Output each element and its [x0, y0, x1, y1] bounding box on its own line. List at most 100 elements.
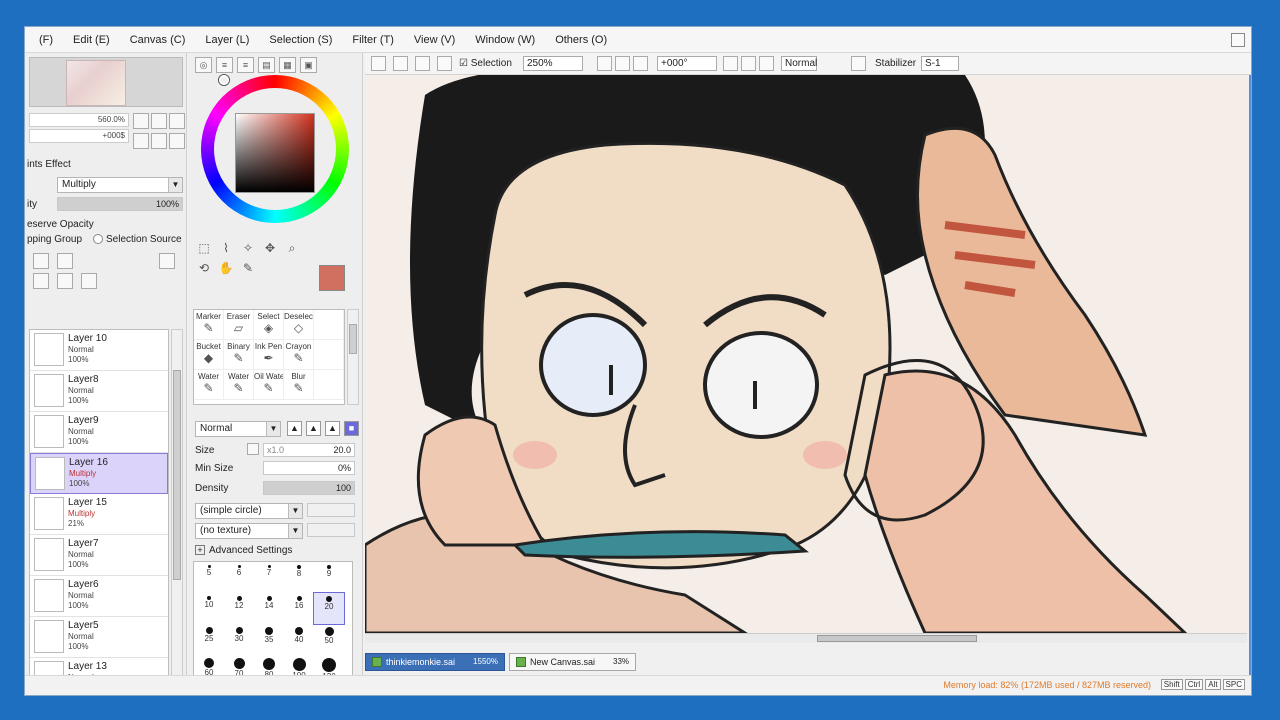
canvas-scroll-thumb[interactable] [817, 635, 977, 642]
brush-size-preset[interactable]: 9 [314, 562, 344, 593]
advanced-settings-toggle[interactable]: + Advanced Settings [195, 545, 292, 556]
brush-tool-slot[interactable]: Binary ✎ [224, 340, 254, 370]
navigator-zoom-field[interactable]: 560.0% [29, 113, 129, 127]
brush-size-preset[interactable]: 10 [194, 593, 224, 624]
brush-tool-slot[interactable]: Water ✎ [194, 370, 224, 400]
lasso-select-icon[interactable]: ⌇ [217, 239, 235, 257]
primary-color-swatch[interactable] [319, 265, 345, 291]
new-layer-icon[interactable] [33, 253, 49, 269]
brush-tool-slot[interactable] [314, 370, 344, 400]
window-restore-button[interactable] [1231, 33, 1245, 47]
min-size-slider[interactable]: 0% [263, 461, 355, 475]
flip-horizontal-icon[interactable] [759, 56, 774, 71]
size-slider[interactable]: x1.0 20.0 [263, 443, 355, 457]
navigator-angle-field[interactable]: +000$ [29, 129, 129, 143]
brush-size-preset[interactable]: 40 [284, 624, 314, 655]
brush-size-preset[interactable]: 12 [224, 593, 254, 624]
document-tab[interactable]: thinkiemonkie.sai 1550% [365, 653, 505, 671]
layer-list-scrollbar[interactable] [171, 329, 183, 681]
brush-tool-slot[interactable]: Select ◈ [254, 310, 284, 340]
document-tab[interactable]: New Canvas.sai 33% [508, 653, 637, 671]
preserve-opacity-checkbox[interactable]: eserve Opacity [27, 219, 94, 230]
toolbar-blend-field[interactable]: Normal [781, 56, 817, 71]
transfer-down-icon[interactable] [33, 273, 49, 289]
layer-row[interactable]: Layer7 Normal 100% [30, 535, 168, 576]
brush-shape-select[interactable]: (simple circle) ▼ [195, 503, 303, 519]
magic-wand-icon[interactable]: ✧ [239, 239, 257, 257]
zoom-out-button[interactable] [133, 113, 149, 129]
layer-row[interactable]: Layer8 Normal 100% [30, 371, 168, 412]
tip-shape-1-icon[interactable]: ▲ [287, 421, 302, 436]
brush-size-preset[interactable]: 8 [284, 562, 314, 593]
layer-mask-icon[interactable] [159, 253, 175, 269]
selection-toggle[interactable]: ☑ Selection [459, 58, 512, 69]
navigator-preview[interactable] [29, 57, 183, 107]
zoom-out-icon[interactable] [597, 56, 612, 71]
brush-size-preset[interactable]: 25 [194, 624, 224, 655]
menu-item[interactable]: Canvas (C) [120, 34, 196, 46]
brush-texture-select[interactable]: (no texture) ▼ [195, 523, 303, 539]
rotate-left-button[interactable] [133, 133, 149, 149]
toolbar-angle-field[interactable]: +000° [657, 56, 717, 71]
brush-size-preset[interactable]: 5 [194, 562, 224, 593]
menu-item[interactable]: Edit (E) [63, 34, 120, 46]
eyedropper-icon[interactable]: ✎ [239, 259, 257, 277]
brush-tool-slot[interactable] [314, 310, 344, 340]
scratchpad-tab-icon[interactable]: ▣ [300, 57, 317, 73]
brush-size-preset[interactable]: 30 [224, 624, 254, 655]
rgb-slider-tab-icon[interactable]: ≡ [216, 57, 233, 73]
brush-size-preset[interactable]: 6 [224, 562, 254, 593]
hand-tool-icon[interactable]: ✋ [217, 259, 235, 277]
layer-row[interactable]: Layer 16 Multiply 100% [30, 453, 168, 494]
brush-tool-slot[interactable]: Marker ✎ [194, 310, 224, 340]
menu-item[interactable]: Window (W) [465, 34, 545, 46]
rotate-reset-button[interactable] [169, 133, 185, 149]
brush-tool-slot[interactable]: Deselect ◇ [284, 310, 314, 340]
brush-tool-slot[interactable]: Ink Pen ✒ [254, 340, 284, 370]
brush-size-preset[interactable]: 16 [284, 593, 314, 624]
brush-tool-slot[interactable]: Blur ✎ [284, 370, 314, 400]
size-lock-icon[interactable] [247, 443, 259, 455]
rotate-right-button[interactable] [151, 133, 167, 149]
redo-icon[interactable] [393, 56, 408, 71]
zoom-in-button[interactable] [151, 113, 167, 129]
layer-row[interactable]: Layer9 Normal 100% [30, 412, 168, 453]
new-folder-icon[interactable] [57, 253, 73, 269]
undo-icon[interactable] [371, 56, 386, 71]
drawing-canvas[interactable] [365, 75, 1247, 633]
brush-tool-slot[interactable] [314, 340, 344, 370]
layer-list-scroll-thumb[interactable] [173, 370, 181, 580]
merge-down-icon[interactable] [57, 273, 73, 289]
brush-blend-select[interactable]: Normal ▼ [195, 421, 281, 437]
zoom-tool-icon[interactable]: ⌕ [283, 239, 301, 257]
rotate-ccw-icon[interactable] [723, 56, 738, 71]
toolbar-zoom-field[interactable]: 250% [523, 56, 583, 71]
selection-source-checkbox[interactable]: Selection Source [93, 234, 182, 245]
brush-shape-strength[interactable] [307, 503, 355, 517]
saturation-value-box[interactable] [235, 113, 315, 193]
brush-tool-slot[interactable]: Oil Water ✎ [254, 370, 284, 400]
canvas-horizontal-scrollbar[interactable] [365, 633, 1247, 643]
menu-item[interactable]: Others (O) [545, 34, 617, 46]
hsv-slider-tab-icon[interactable]: ≡ [237, 57, 254, 73]
clipping-group-checkbox[interactable]: pping Group [27, 234, 82, 245]
brush-size-preset[interactable]: 35 [254, 624, 284, 655]
brush-tool-slot[interactable]: Crayon ✎ [284, 340, 314, 370]
brush-tool-slot[interactable]: Bucket ◆ [194, 340, 224, 370]
tip-shape-2-icon[interactable]: ▲ [306, 421, 321, 436]
layer-row[interactable]: Layer5 Normal 100% [30, 617, 168, 658]
brush-tool-slot[interactable]: Eraser ▱ [224, 310, 254, 340]
layer-row[interactable]: Layer 15 Multiply 21% [30, 494, 168, 535]
brush-texture-strength[interactable] [307, 523, 355, 537]
menu-item[interactable]: Layer (L) [195, 34, 259, 46]
color-wheel-tab-icon[interactable]: ◎ [195, 57, 212, 73]
brush-grid-scroll-thumb[interactable] [349, 324, 357, 354]
menu-item[interactable]: Filter (T) [342, 34, 404, 46]
marquee-select-icon[interactable]: ⬚ [195, 239, 213, 257]
brush-size-preset[interactable]: 7 [254, 562, 284, 593]
stabilizer-select[interactable]: S-1 [921, 56, 959, 71]
stabilizer-icon[interactable] [851, 56, 866, 71]
invert-selection-icon[interactable] [437, 56, 452, 71]
deselect-icon[interactable] [415, 56, 430, 71]
opacity-slider[interactable]: 100% [57, 197, 183, 211]
